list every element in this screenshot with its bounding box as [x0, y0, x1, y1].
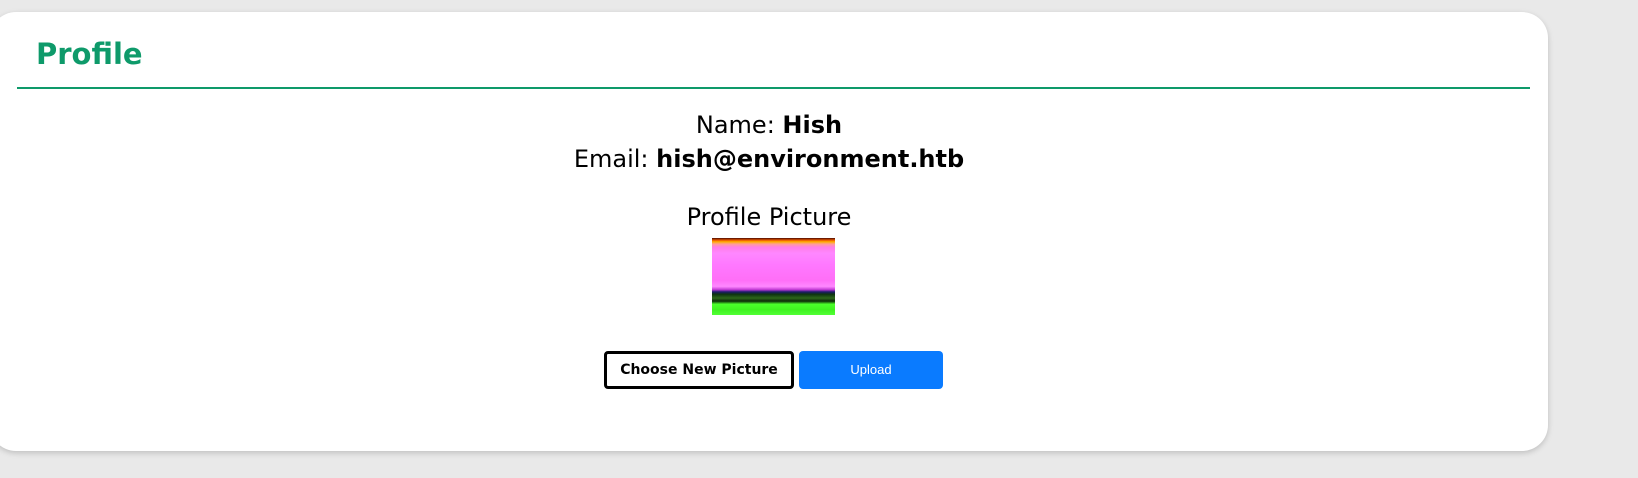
name-value: Hish: [782, 111, 843, 139]
upload-button[interactable]: Upload: [799, 351, 943, 389]
email-label: Email:: [573, 145, 649, 173]
page-title: Profile: [36, 37, 143, 71]
name-label: Name:: [695, 111, 775, 139]
profile-card: Profile Name: Hish Email: hish@environme…: [0, 12, 1548, 451]
profile-picture: [712, 238, 835, 315]
choose-new-picture-button[interactable]: Choose New Picture: [604, 351, 794, 389]
profile-picture-heading: Profile Picture: [686, 203, 852, 231]
email-value: hish@environment.htb: [656, 145, 965, 173]
title-divider: [17, 87, 1530, 89]
email-row: Email: hish@environment.htb: [0, 142, 1548, 176]
name-row: Name: Hish: [0, 108, 1548, 142]
